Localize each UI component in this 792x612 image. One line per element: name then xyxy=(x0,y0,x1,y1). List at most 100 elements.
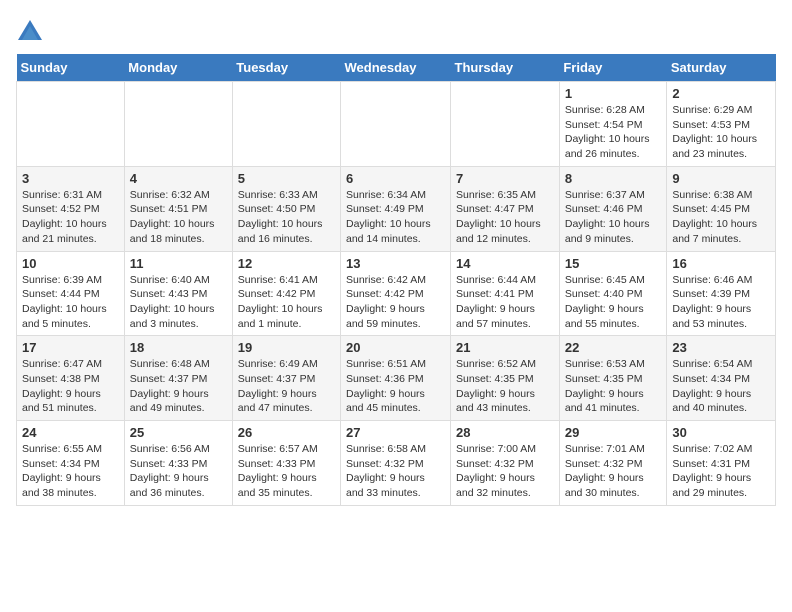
day-info: Sunrise: 6:33 AM Sunset: 4:50 PM Dayligh… xyxy=(238,188,335,247)
day-number: 5 xyxy=(238,171,335,186)
day-info: Sunrise: 7:00 AM Sunset: 4:32 PM Dayligh… xyxy=(456,442,554,501)
day-number: 10 xyxy=(22,256,119,271)
calendar-cell: 4Sunrise: 6:32 AM Sunset: 4:51 PM Daylig… xyxy=(124,166,232,251)
day-info: Sunrise: 7:01 AM Sunset: 4:32 PM Dayligh… xyxy=(565,442,662,501)
day-info: Sunrise: 6:39 AM Sunset: 4:44 PM Dayligh… xyxy=(22,273,119,332)
col-header-thursday: Thursday xyxy=(451,54,560,82)
calendar-cell: 8 Sunrise: 6:37 AM Sunset: 4:46 PM Daylig… xyxy=(559,166,667,251)
calendar-cell: 6 Sunrise: 6:34 AM Sunset: 4:49 PM Daylig… xyxy=(341,166,451,251)
calendar-cell: 29 Sunrise: 7:01 AM Sunset: 4:32 PM Dayli… xyxy=(559,421,667,506)
col-header-wednesday: Wednesday xyxy=(341,54,451,82)
calendar-cell: 26Sunrise: 6:57 AM Sunset: 4:33 PM Dayli… xyxy=(232,421,340,506)
col-header-friday: Friday xyxy=(559,54,667,82)
day-number: 4 xyxy=(130,171,227,186)
day-info: Sunrise: 6:28 AM Sunset: 4:54 PM Dayligh… xyxy=(565,103,662,162)
day-number: 2 xyxy=(672,86,770,101)
day-number: 13 xyxy=(346,256,445,271)
calendar-table: SundayMondayTuesdayWednesdayThursdayFrid… xyxy=(16,54,776,506)
day-info: Sunrise: 6:47 AM Sunset: 4:38 PM Dayligh… xyxy=(22,357,119,416)
day-info: Sunrise: 6:53 AM Sunset: 4:35 PM Dayligh… xyxy=(565,357,662,416)
day-info: Sunrise: 6:42 AM Sunset: 4:42 PM Dayligh… xyxy=(346,273,445,332)
day-info: Sunrise: 6:35 AM Sunset: 4:47 PM Dayligh… xyxy=(456,188,554,247)
day-info: Sunrise: 6:44 AM Sunset: 4:41 PM Dayligh… xyxy=(456,273,554,332)
day-number: 22 xyxy=(565,340,662,355)
calendar-cell: 24 Sunrise: 6:55 AM Sunset: 4:34 PM Dayli… xyxy=(17,421,125,506)
calendar-cell: 25 Sunrise: 6:56 AM Sunset: 4:33 PM Dayli… xyxy=(124,421,232,506)
header-row: SundayMondayTuesdayWednesdayThursdayFrid… xyxy=(17,54,776,82)
day-number: 3 xyxy=(22,171,119,186)
day-number: 20 xyxy=(346,340,445,355)
calendar-cell: 7 Sunrise: 6:35 AM Sunset: 4:47 PM Daylig… xyxy=(451,166,560,251)
calendar-cell: 14 Sunrise: 6:44 AM Sunset: 4:41 PM Dayli… xyxy=(451,251,560,336)
calendar-cell: 1 Sunrise: 6:28 AM Sunset: 4:54 PM Daylig… xyxy=(559,82,667,167)
day-info: Sunrise: 6:46 AM Sunset: 4:39 PM Dayligh… xyxy=(672,273,770,332)
calendar-cell: 19Sunrise: 6:49 AM Sunset: 4:37 PM Dayli… xyxy=(232,336,340,421)
day-number: 23 xyxy=(672,340,770,355)
day-info: Sunrise: 6:56 AM Sunset: 4:33 PM Dayligh… xyxy=(130,442,227,501)
day-number: 7 xyxy=(456,171,554,186)
day-info: Sunrise: 6:45 AM Sunset: 4:40 PM Dayligh… xyxy=(565,273,662,332)
calendar-cell xyxy=(451,82,560,167)
calendar-cell: 15 Sunrise: 6:45 AM Sunset: 4:40 PM Dayli… xyxy=(559,251,667,336)
day-info: Sunrise: 6:34 AM Sunset: 4:49 PM Dayligh… xyxy=(346,188,445,247)
calendar-cell: 27 Sunrise: 6:58 AM Sunset: 4:32 PM Dayli… xyxy=(341,421,451,506)
week-row-3: 10 Sunrise: 6:39 AM Sunset: 4:44 PM Dayli… xyxy=(17,251,776,336)
calendar-cell xyxy=(341,82,451,167)
week-row-5: 24 Sunrise: 6:55 AM Sunset: 4:34 PM Dayli… xyxy=(17,421,776,506)
page-header xyxy=(16,16,776,44)
calendar-header: SundayMondayTuesdayWednesdayThursdayFrid… xyxy=(17,54,776,82)
day-info: Sunrise: 6:41 AM Sunset: 4:42 PM Dayligh… xyxy=(238,273,335,332)
day-info: Sunrise: 6:29 AM Sunset: 4:53 PM Dayligh… xyxy=(672,103,770,162)
day-info: Sunrise: 6:48 AM Sunset: 4:37 PM Dayligh… xyxy=(130,357,227,416)
calendar-cell: 10 Sunrise: 6:39 AM Sunset: 4:44 PM Dayli… xyxy=(17,251,125,336)
day-number: 25 xyxy=(130,425,227,440)
day-number: 15 xyxy=(565,256,662,271)
calendar-cell: 3 Sunrise: 6:31 AM Sunset: 4:52 PM Daylig… xyxy=(17,166,125,251)
calendar-cell: 30 Sunrise: 7:02 AM Sunset: 4:31 PM Dayli… xyxy=(667,421,776,506)
day-number: 9 xyxy=(672,171,770,186)
day-info: Sunrise: 6:58 AM Sunset: 4:32 PM Dayligh… xyxy=(346,442,445,501)
day-number: 11 xyxy=(130,256,227,271)
day-number: 24 xyxy=(22,425,119,440)
calendar-cell: 21 Sunrise: 6:52 AM Sunset: 4:35 PM Dayli… xyxy=(451,336,560,421)
col-header-monday: Monday xyxy=(124,54,232,82)
calendar-cell: 22 Sunrise: 6:53 AM Sunset: 4:35 PM Dayli… xyxy=(559,336,667,421)
day-number: 6 xyxy=(346,171,445,186)
calendar-cell: 11 Sunrise: 6:40 AM Sunset: 4:43 PM Dayli… xyxy=(124,251,232,336)
day-number: 1 xyxy=(565,86,662,101)
calendar-cell: 18 Sunrise: 6:48 AM Sunset: 4:37 PM Dayli… xyxy=(124,336,232,421)
day-number: 26 xyxy=(238,425,335,440)
day-number: 8 xyxy=(565,171,662,186)
day-number: 30 xyxy=(672,425,770,440)
day-info: Sunrise: 6:37 AM Sunset: 4:46 PM Dayligh… xyxy=(565,188,662,247)
day-number: 18 xyxy=(130,340,227,355)
calendar-cell: 9Sunrise: 6:38 AM Sunset: 4:45 PM Daylig… xyxy=(667,166,776,251)
day-number: 19 xyxy=(238,340,335,355)
day-info: Sunrise: 6:54 AM Sunset: 4:34 PM Dayligh… xyxy=(672,357,770,416)
calendar-cell: 17 Sunrise: 6:47 AM Sunset: 4:38 PM Dayli… xyxy=(17,336,125,421)
day-number: 29 xyxy=(565,425,662,440)
day-info: Sunrise: 6:31 AM Sunset: 4:52 PM Dayligh… xyxy=(22,188,119,247)
calendar-cell: 5 Sunrise: 6:33 AM Sunset: 4:50 PM Daylig… xyxy=(232,166,340,251)
day-info: Sunrise: 6:52 AM Sunset: 4:35 PM Dayligh… xyxy=(456,357,554,416)
day-number: 12 xyxy=(238,256,335,271)
day-number: 17 xyxy=(22,340,119,355)
calendar-cell xyxy=(232,82,340,167)
day-number: 28 xyxy=(456,425,554,440)
week-row-4: 17 Sunrise: 6:47 AM Sunset: 4:38 PM Dayli… xyxy=(17,336,776,421)
day-info: Sunrise: 6:40 AM Sunset: 4:43 PM Dayligh… xyxy=(130,273,227,332)
day-number: 27 xyxy=(346,425,445,440)
col-header-tuesday: Tuesday xyxy=(232,54,340,82)
calendar-cell: 2 Sunrise: 6:29 AM Sunset: 4:53 PM Daylig… xyxy=(667,82,776,167)
day-number: 14 xyxy=(456,256,554,271)
day-number: 21 xyxy=(456,340,554,355)
col-header-sunday: Sunday xyxy=(17,54,125,82)
day-info: Sunrise: 6:55 AM Sunset: 4:34 PM Dayligh… xyxy=(22,442,119,501)
calendar-cell: 20Sunrise: 6:51 AM Sunset: 4:36 PM Dayli… xyxy=(341,336,451,421)
week-row-2: 3 Sunrise: 6:31 AM Sunset: 4:52 PM Daylig… xyxy=(17,166,776,251)
calendar-cell: 12 Sunrise: 6:41 AM Sunset: 4:42 PM Dayli… xyxy=(232,251,340,336)
day-info: Sunrise: 7:02 AM Sunset: 4:31 PM Dayligh… xyxy=(672,442,770,501)
calendar-cell: 16Sunrise: 6:46 AM Sunset: 4:39 PM Dayli… xyxy=(667,251,776,336)
logo xyxy=(16,16,48,44)
logo-icon xyxy=(16,16,44,44)
